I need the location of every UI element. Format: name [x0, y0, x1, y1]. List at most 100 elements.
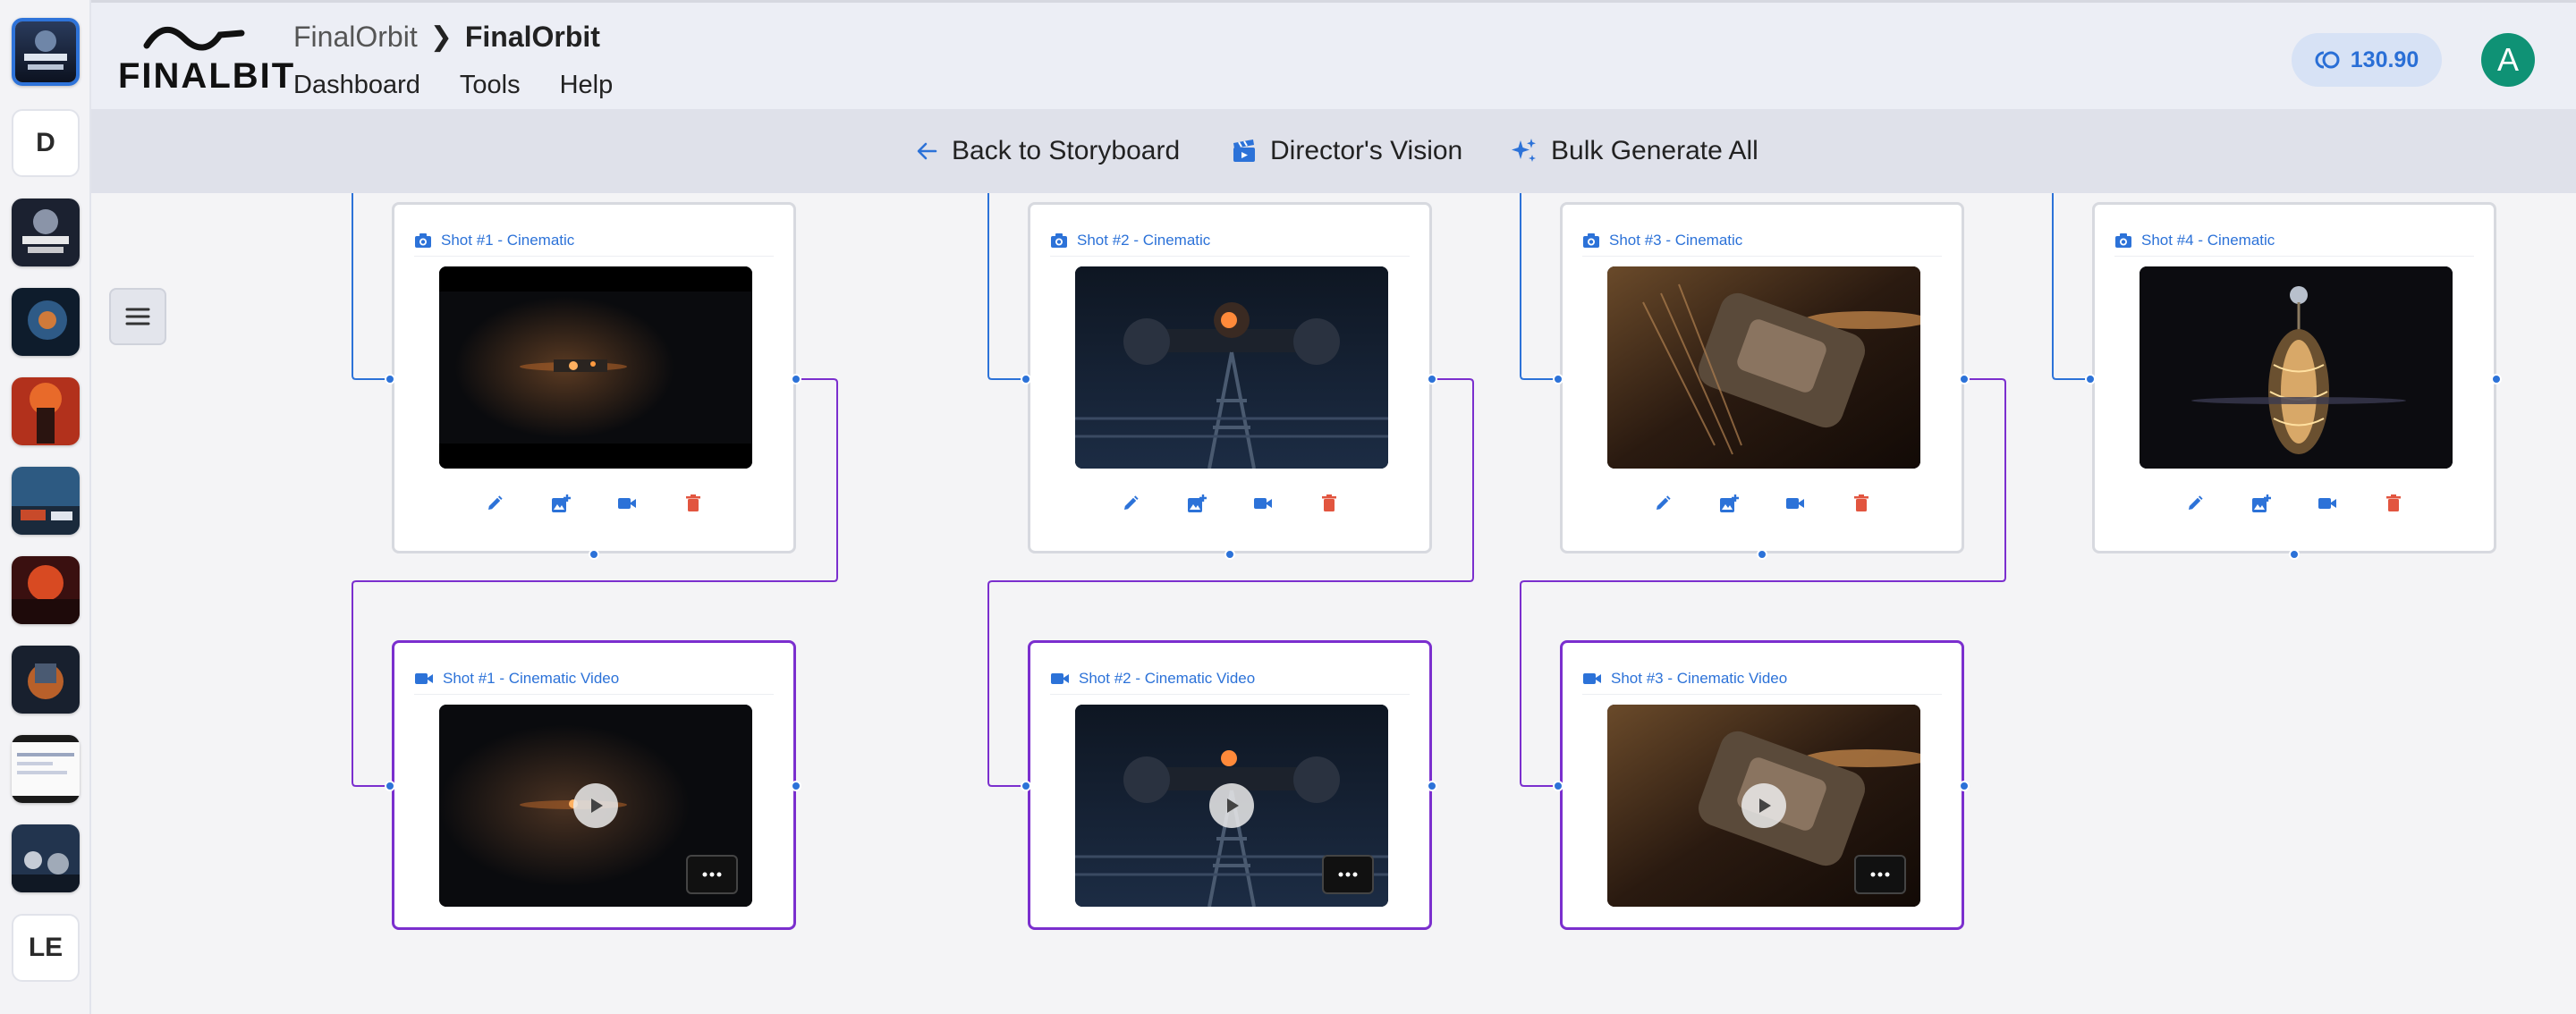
shot-3-output-port[interactable]	[1959, 374, 1970, 384]
shot-3-video-output-port[interactable]	[1959, 781, 1970, 791]
project-thumb-3[interactable]	[12, 288, 80, 356]
add-photo-icon	[552, 494, 571, 512]
more-horizontal-icon	[702, 872, 722, 877]
camera-icon	[1051, 232, 1067, 248]
more-options-button[interactable]	[1322, 855, 1374, 894]
more-options-button[interactable]	[686, 855, 738, 894]
shot-2-input-port[interactable]	[1021, 374, 1031, 384]
play-button[interactable]	[1209, 783, 1254, 828]
project-thumb-8[interactable]	[12, 735, 80, 803]
pencil-icon	[488, 495, 503, 510]
video-button[interactable]	[2318, 494, 2337, 513]
shot-1-image-node[interactable]: Shot #1 - Cinematic	[392, 202, 796, 553]
node-title: Shot #4 - Cinematic	[2141, 231, 2275, 249]
shot-2-video-node[interactable]: Shot #2 - Cinematic Video	[1028, 640, 1432, 930]
node-actions	[1030, 494, 1429, 513]
edit-button[interactable]	[1121, 494, 1140, 513]
shot-3-input-port[interactable]	[1553, 374, 1563, 384]
shot-2-video-input-port[interactable]	[1021, 781, 1031, 791]
shot-2-output-port[interactable]	[1427, 374, 1437, 384]
directors-vision-button[interactable]: Director's Vision	[1231, 131, 1462, 171]
play-button[interactable]	[573, 783, 618, 828]
storyboard-canvas[interactable]: Shot #1 - Cinematic Shot #2 - Cinematic	[91, 193, 2576, 1014]
sparkles-icon	[1512, 139, 1536, 162]
project-thumb-2[interactable]	[12, 199, 80, 266]
delete-button[interactable]	[683, 494, 703, 513]
credits-badge[interactable]: 130.90	[2292, 33, 2442, 87]
add-image-button[interactable]	[1187, 494, 1207, 513]
node-title: Shot #2 - Cinematic Video	[1079, 669, 1256, 687]
user-avatar[interactable]: A	[2481, 33, 2535, 87]
shot-2-bottom-port[interactable]	[1224, 549, 1235, 560]
menu-tools[interactable]: Tools	[460, 71, 521, 100]
project-thumb-7[interactable]	[12, 646, 80, 714]
bulk-generate-button[interactable]: Bulk Generate All	[1510, 131, 1758, 171]
shot-3-video-input-port[interactable]	[1553, 781, 1563, 791]
project-thumb-6[interactable]	[12, 556, 80, 624]
shot-4-input-port[interactable]	[2085, 374, 2096, 384]
delete-button[interactable]	[1319, 494, 1339, 513]
add-image-button[interactable]	[2251, 494, 2271, 513]
project-thumb-9[interactable]	[12, 824, 80, 892]
finalbit-logo[interactable]: FINALBIT	[118, 19, 293, 96]
project-thumb-4[interactable]	[12, 377, 80, 445]
shot-1-video-output-port[interactable]	[791, 781, 801, 791]
breadcrumb-project[interactable]: FinalOrbit	[293, 21, 418, 54]
shot-3-bottom-port[interactable]	[1757, 549, 1767, 560]
shot-image-thumbnail[interactable]	[1075, 266, 1388, 469]
breadcrumb: FinalOrbit ❯ FinalOrbit	[293, 21, 600, 54]
project-thumb-5[interactable]	[12, 467, 80, 535]
video-button[interactable]	[1253, 494, 1273, 513]
shot-image-thumbnail[interactable]	[2140, 266, 2453, 469]
video-camera-icon	[1254, 498, 1272, 509]
delete-button[interactable]	[2384, 494, 2403, 513]
shot-3-image-node[interactable]: Shot #3 - Cinematic	[1560, 202, 1964, 553]
logo-text: FINALBIT	[118, 56, 296, 96]
shot-image-thumbnail[interactable]	[1607, 266, 1920, 469]
video-button[interactable]	[1785, 494, 1805, 513]
menu-help[interactable]: Help	[560, 71, 614, 100]
project-thumb-finalorbit[interactable]	[12, 18, 80, 86]
shot-image-thumbnail[interactable]	[439, 266, 752, 469]
edit-button[interactable]	[2185, 494, 2205, 513]
shot-1-bottom-port[interactable]	[589, 549, 599, 560]
menu-dashboard[interactable]: Dashboard	[293, 71, 420, 100]
arrow-left-icon	[917, 142, 937, 160]
video-camera-icon	[415, 672, 433, 684]
shot-1-output-port[interactable]	[791, 374, 801, 384]
canvas-toolbar: Back to Storyboard Director's Vision Bul…	[91, 109, 2576, 193]
shot-1-input-port[interactable]	[385, 374, 395, 384]
pencil-icon	[2189, 495, 2203, 510]
video-player[interactable]	[439, 705, 752, 907]
pencil-icon	[1124, 495, 1139, 510]
delete-button[interactable]	[1852, 494, 1871, 513]
shot-1-video-node[interactable]: Shot #1 - Cinematic Video	[392, 640, 796, 930]
more-options-button[interactable]	[1854, 855, 1906, 894]
node-header: Shot #2 - Cinematic Video	[1050, 663, 1410, 695]
edit-button[interactable]	[485, 494, 504, 513]
shot-1-video-input-port[interactable]	[385, 781, 395, 791]
video-player[interactable]	[1075, 705, 1388, 907]
shot-4-bottom-port[interactable]	[2289, 549, 2300, 560]
node-title: Shot #1 - Cinematic Video	[443, 669, 620, 687]
project-letter-le[interactable]: LE	[12, 914, 80, 982]
project-letter-d[interactable]: D	[12, 109, 80, 177]
play-button[interactable]	[1741, 783, 1786, 828]
directors-vision-label: Director's Vision	[1270, 136, 1463, 165]
edit-button[interactable]	[1653, 494, 1673, 513]
shot-2-image-node[interactable]: Shot #2 - Cinematic	[1028, 202, 1432, 553]
shot-4-image-node[interactable]: Shot #4 - Cinematic	[2092, 202, 2496, 553]
shot-4-output-port[interactable]	[2491, 374, 2502, 384]
credits-coins-icon	[2315, 51, 2340, 69]
video-player[interactable]	[1607, 705, 1920, 907]
add-image-button[interactable]	[551, 494, 571, 513]
shot-3-video-node[interactable]: Shot #3 - Cinematic Video	[1560, 640, 1964, 930]
shot-2-video-output-port[interactable]	[1427, 781, 1437, 791]
more-horizontal-icon	[1338, 872, 1358, 877]
hamburger-menu-button[interactable]	[109, 288, 166, 345]
logo-wave-icon	[143, 27, 245, 51]
project-rail: D LE	[0, 0, 91, 1014]
back-to-storyboard-button[interactable]: Back to Storyboard	[914, 131, 1180, 171]
add-image-button[interactable]	[1719, 494, 1739, 513]
video-button[interactable]	[617, 494, 637, 513]
